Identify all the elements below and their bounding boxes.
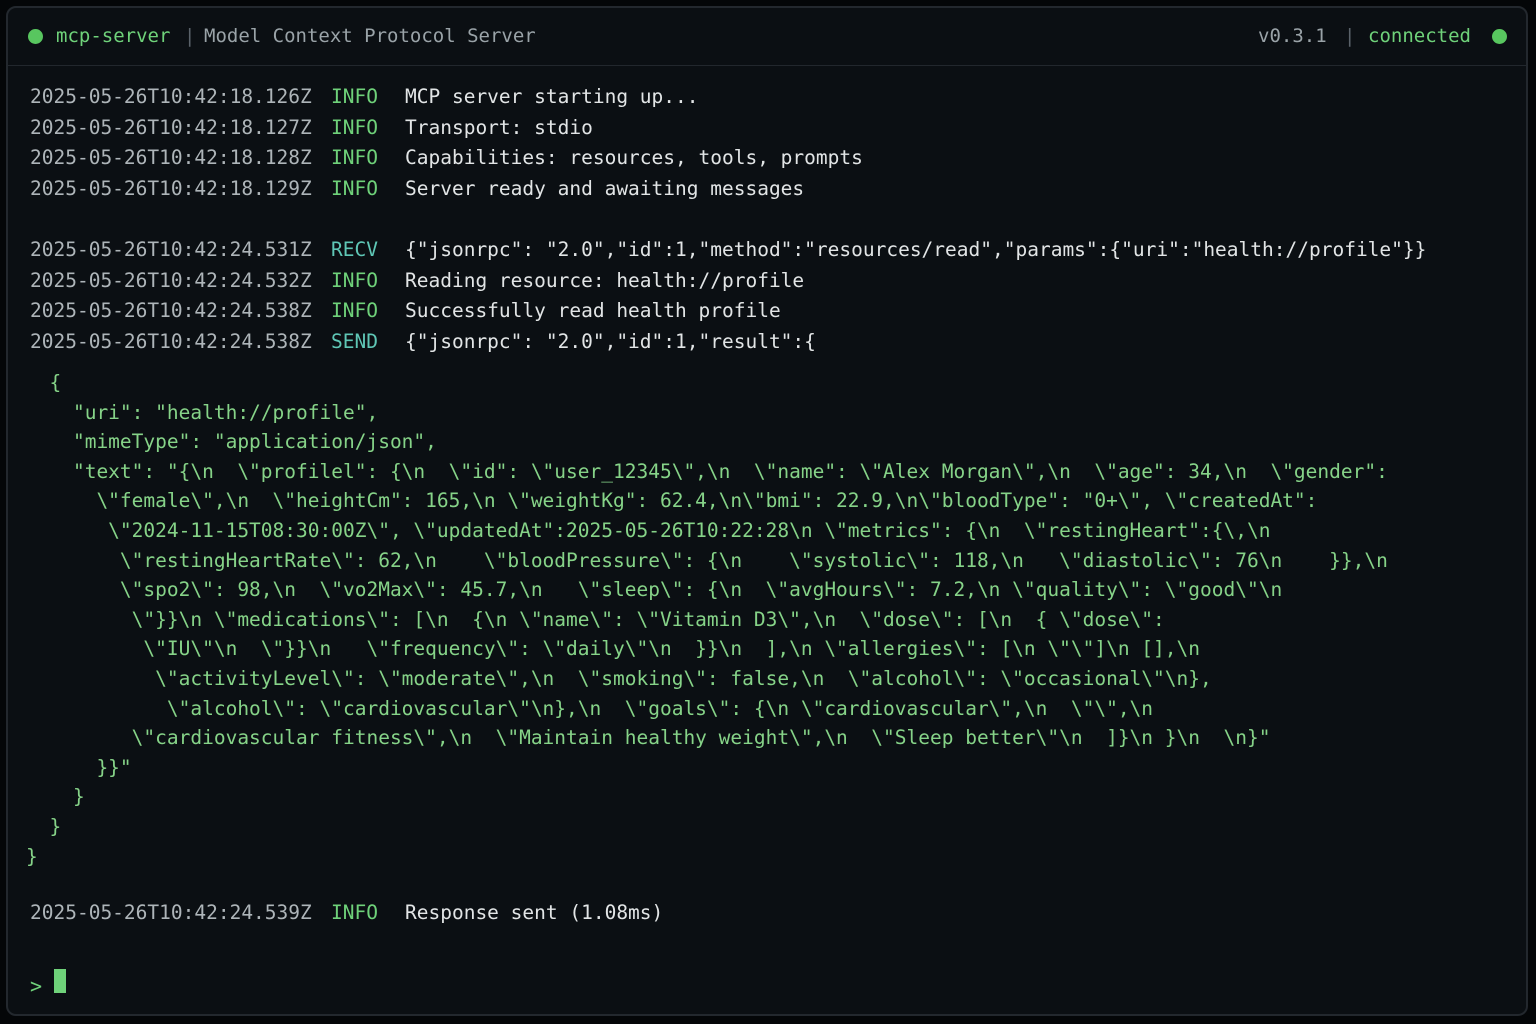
json-line: \"2024-11-15T08:30:00Z\", \"updatedAt":2… — [26, 518, 1271, 542]
log-row: 2025-05-26T10:42:18.129Z INFO Server ready… — [30, 174, 1516, 205]
json-line: \"}}\n \"medications\": [\n {\n \"name\"… — [26, 607, 1165, 631]
log-row: 2025-05-26T10:42:24.539Z INFO Response sen… — [30, 901, 663, 924]
log-timestamp: 2025-05-26T10:42:24.538Z — [30, 329, 312, 353]
log-timestamp: 2025-05-26T10:42:18.127Z — [30, 115, 312, 139]
log-row: 2025-05-26T10:42:24.532Z INFO Reading reso… — [30, 266, 1516, 297]
log-level: INFO — [331, 146, 378, 170]
log-level: INFO — [331, 115, 378, 139]
status-dot-icon — [28, 29, 43, 44]
log-message: MCP server starting up... — [405, 85, 699, 108]
json-line: } — [26, 844, 38, 868]
log-row: 2025-05-26T10:42:24.538Z SEND {"jsonrpc": … — [30, 327, 1516, 358]
log-level: SEND — [331, 329, 378, 353]
log-message: Server ready and awaiting messages — [405, 176, 805, 200]
log-message: {"jsonrpc": "2.0","id":1,"result":{ — [405, 329, 816, 353]
json-line: \"activityLevel\": \"moderate\",\n \"smo… — [26, 666, 1212, 690]
log-timestamp: 2025-05-26T10:42:24.531Z — [30, 237, 312, 261]
log-row: 2025-05-26T10:42:24.531Z RECV {"jsonrpc": … — [30, 235, 1516, 266]
title-separator: | — [184, 25, 196, 47]
log-message: Successfully read health profile — [405, 299, 781, 323]
json-line: \"female\",\n \"heightCm": 165,\n \"weig… — [26, 489, 1318, 513]
json-line: \"IU\"\n \"}}\n \"frequency\": \"daily\"… — [26, 637, 1200, 661]
log-timestamp: 2025-05-26T10:42:24.538Z — [30, 299, 312, 323]
log-row: 2025-05-26T10:42:18.127Z INFO Transport: s… — [30, 113, 1516, 144]
log-level: INFO — [331, 299, 378, 323]
json-line: } — [26, 785, 85, 809]
log-message: Response sent (1.08ms) — [405, 901, 664, 924]
log-level: INFO — [331, 901, 378, 924]
log-message: Reading resource: health://profile — [405, 268, 805, 292]
terminal-window: mcp-server | Model Context Protocol Serv… — [6, 6, 1528, 1016]
connection-dot-icon — [1492, 29, 1507, 44]
title-separator-2: | — [1344, 25, 1356, 47]
json-line: }}" — [26, 755, 132, 779]
log-timestamp: 2025-05-26T10:42:18.126Z — [30, 85, 312, 108]
log-timestamp: 2025-05-26T10:42:24.539Z — [30, 901, 312, 924]
json-line: { — [26, 371, 62, 394]
log-level: RECV — [331, 237, 378, 261]
json-line: \"alcohol\": \"cardiovascular\"\n},\n \"… — [26, 696, 1154, 720]
log-row — [30, 204, 1516, 235]
log-row: 2025-05-26T10:42:18.126Z INFO MCP server s… — [30, 82, 1516, 113]
title-bar: mcp-server | Model Context Protocol Serv… — [8, 8, 1526, 66]
log-timestamp: 2025-05-26T10:42:24.532Z — [30, 268, 312, 292]
json-line: \"spo2\": 98,\n \"vo2Max\": 45.7,\n \"sl… — [26, 578, 1283, 602]
terminal-cursor[interactable] — [54, 969, 66, 993]
json-payload: { "uri": "health://profile", "mimeType":… — [26, 368, 1486, 871]
prompt-icon: > — [30, 974, 43, 998]
version-label: v0.3.1 — [1258, 25, 1327, 47]
log-level: INFO — [331, 176, 378, 200]
app-subtitle: Model Context Protocol Server — [204, 25, 536, 47]
log-message: Transport: stdio — [405, 115, 593, 139]
json-line: \"restingHeartRate\": 62,\n \"bloodPress… — [26, 548, 1388, 572]
log-timestamp: 2025-05-26T10:42:18.128Z — [30, 146, 312, 170]
json-line: } — [26, 814, 62, 838]
log-message: Capabilities: resources, tools, prompts — [405, 146, 863, 170]
json-line: "uri": "health://profile", — [26, 400, 379, 424]
log-output: 2025-05-26T10:42:18.126Z INFO MCP server s… — [30, 82, 1516, 357]
json-line: "mimeType": "application/json", — [26, 430, 437, 454]
app-name: mcp-server — [56, 25, 171, 47]
json-line: \"cardiovascular fitness\",\n \"Maintain… — [26, 726, 1271, 750]
log-level: INFO — [331, 85, 378, 108]
connection-status: connected — [1368, 25, 1471, 47]
log-row: 2025-05-26T10:42:18.128Z INFO Capabilities… — [30, 143, 1516, 174]
json-line: "text": "{\n \"profilel": {\n \"id": \"u… — [26, 459, 1388, 483]
log-message: {"jsonrpc": "2.0","id":1,"method":"resou… — [405, 237, 1427, 261]
log-level: INFO — [331, 268, 378, 292]
log-row: 2025-05-26T10:42:24.538Z INFO Successfully… — [30, 296, 1516, 327]
log-timestamp: 2025-05-26T10:42:18.129Z — [30, 176, 312, 200]
